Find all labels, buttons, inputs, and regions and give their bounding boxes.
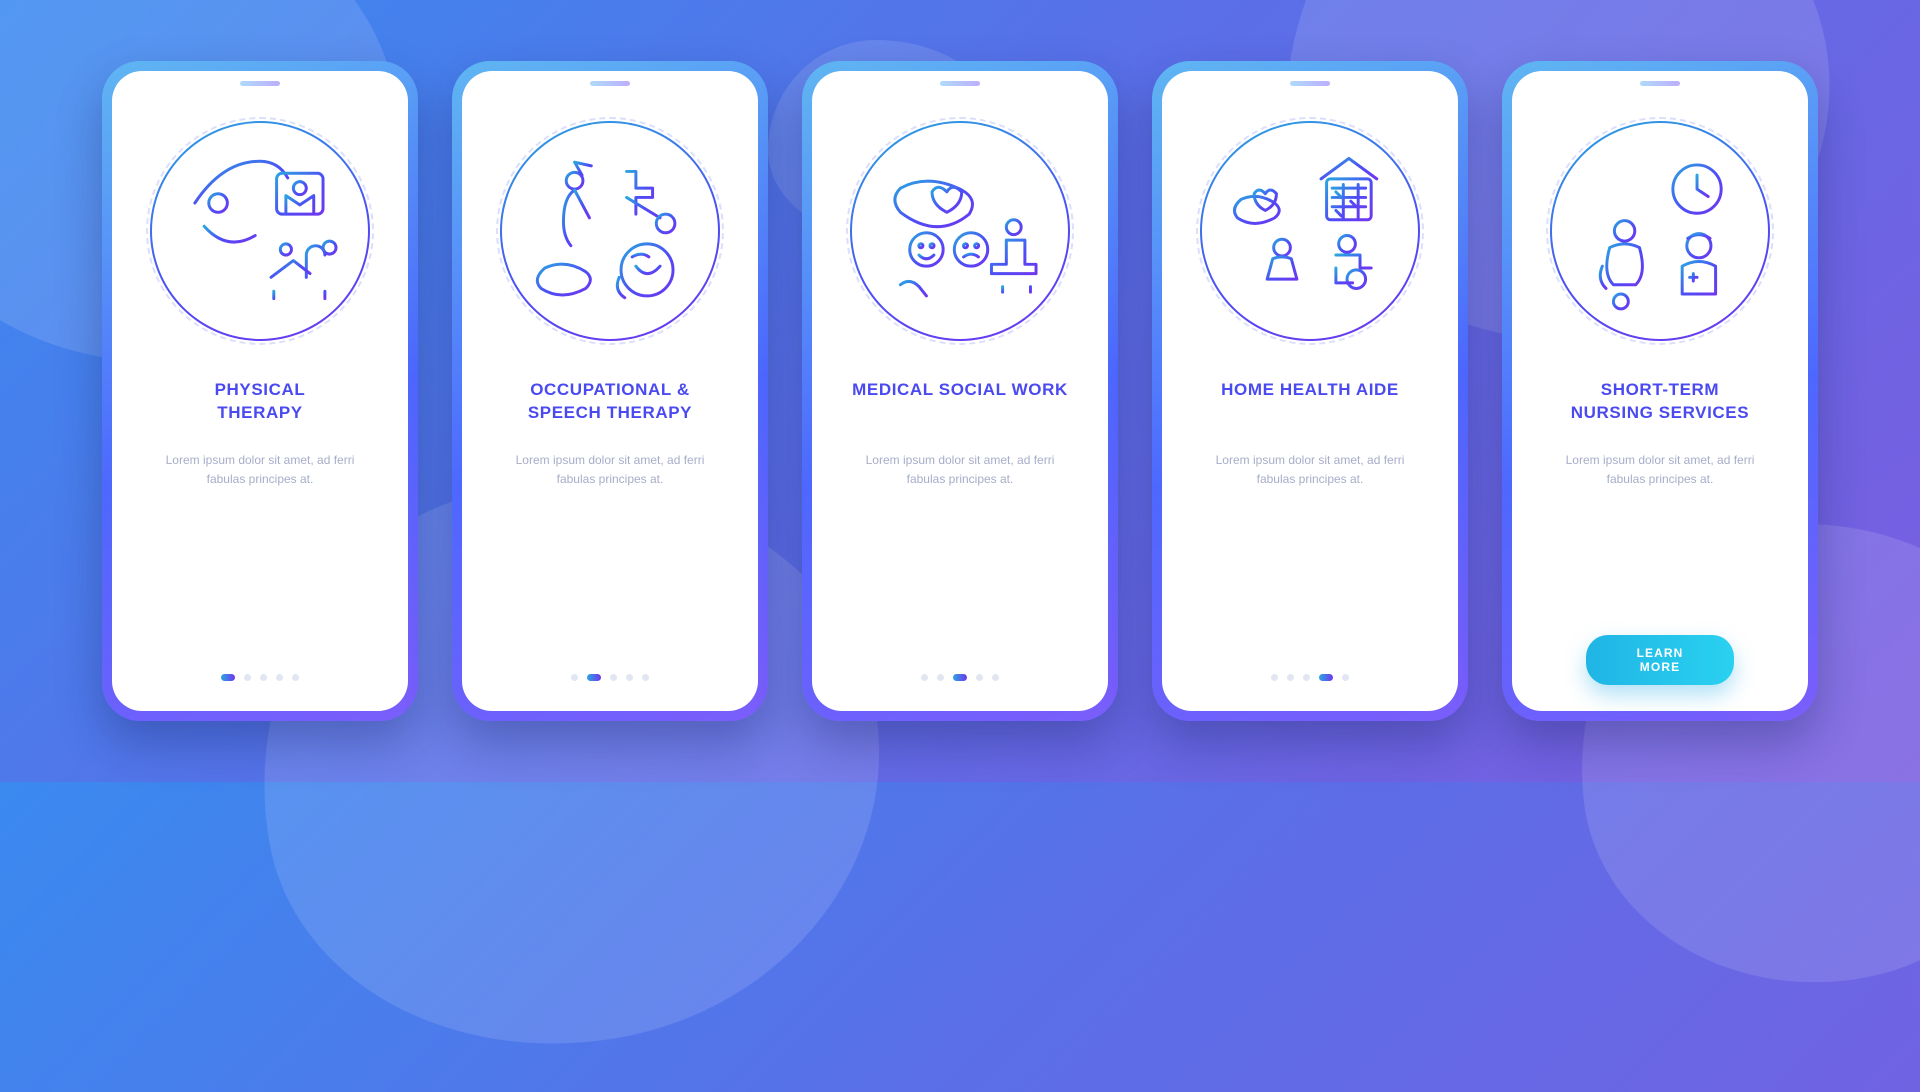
page-dot[interactable] <box>921 674 928 681</box>
page-dot[interactable] <box>610 674 617 681</box>
phone-row: PHYSICAL THERAPY Lorem ipsum dolor sit a… <box>0 0 1920 782</box>
onboarding-screen[interactable]: HOME HEALTH AIDE Lorem ipsum dolor sit a… <box>1162 71 1458 711</box>
medical-social-work-icon <box>852 123 1068 339</box>
page-dot[interactable] <box>626 674 633 681</box>
phone-frame: SHORT-TERM NURSING SERVICES Lorem ipsum … <box>1502 61 1818 721</box>
illustration-circle <box>850 121 1070 341</box>
phone-frame: PHYSICAL THERAPY Lorem ipsum dolor sit a… <box>102 61 418 721</box>
phone-frame: OCCUPATIONAL & SPEECH THERAPY Lorem ipsu… <box>452 61 768 721</box>
page-dot[interactable] <box>244 674 251 681</box>
page-dot-active[interactable] <box>221 674 235 681</box>
onboarding-screen[interactable]: PHYSICAL THERAPY Lorem ipsum dolor sit a… <box>112 71 408 711</box>
screen-title: HOME HEALTH AIDE <box>1221 379 1399 425</box>
page-dot-active[interactable] <box>587 674 601 681</box>
page-indicator <box>812 674 1108 681</box>
screen-body-text: Lorem ipsum dolor sit amet, ad ferri fab… <box>150 451 370 489</box>
page-dot-active[interactable] <box>1319 674 1333 681</box>
illustration-circle <box>500 121 720 341</box>
page-indicator <box>112 674 408 681</box>
page-dot[interactable] <box>292 674 299 681</box>
screen-body-text: Lorem ipsum dolor sit amet, ad ferri fab… <box>1200 451 1420 489</box>
page-dot[interactable] <box>260 674 267 681</box>
phone-notch <box>1595 71 1725 93</box>
page-indicator <box>1162 674 1458 681</box>
illustration-circle <box>1550 121 1770 341</box>
page-dot[interactable] <box>571 674 578 681</box>
phone-notch <box>895 71 1025 93</box>
screen-body-text: Lorem ipsum dolor sit amet, ad ferri fab… <box>850 451 1070 489</box>
page-dot[interactable] <box>1303 674 1310 681</box>
page-dot[interactable] <box>1271 674 1278 681</box>
occupational-speech-icon <box>502 123 718 339</box>
physical-therapy-icon <box>152 123 368 339</box>
page-dot-active[interactable] <box>953 674 967 681</box>
page-indicator <box>462 674 758 681</box>
page-dot[interactable] <box>1342 674 1349 681</box>
screen-title: SHORT-TERM NURSING SERVICES <box>1571 379 1749 425</box>
screen-body-text: Lorem ipsum dolor sit amet, ad ferri fab… <box>1550 451 1770 489</box>
screen-body-text: Lorem ipsum dolor sit amet, ad ferri fab… <box>500 451 720 489</box>
phone-frame: MEDICAL SOCIAL WORK Lorem ipsum dolor si… <box>802 61 1118 721</box>
screen-title: PHYSICAL THERAPY <box>215 379 306 425</box>
onboarding-screen[interactable]: MEDICAL SOCIAL WORK Lorem ipsum dolor si… <box>812 71 1108 711</box>
short-term-nursing-icon <box>1552 123 1768 339</box>
page-dot[interactable] <box>1287 674 1294 681</box>
page-dot[interactable] <box>642 674 649 681</box>
illustration-circle <box>1200 121 1420 341</box>
phone-notch <box>195 71 325 93</box>
screen-title: MEDICAL SOCIAL WORK <box>852 379 1068 425</box>
phone-notch <box>545 71 675 93</box>
learn-more-button[interactable]: LEARN MORE <box>1586 635 1734 685</box>
page-dot[interactable] <box>992 674 999 681</box>
illustration-circle <box>150 121 370 341</box>
screen-title: OCCUPATIONAL & SPEECH THERAPY <box>528 379 692 425</box>
home-health-aide-icon <box>1202 123 1418 339</box>
onboarding-screen[interactable]: SHORT-TERM NURSING SERVICES Lorem ipsum … <box>1512 71 1808 711</box>
page-dot[interactable] <box>276 674 283 681</box>
phone-frame: HOME HEALTH AIDE Lorem ipsum dolor sit a… <box>1152 61 1468 721</box>
phone-notch <box>1245 71 1375 93</box>
page-dot[interactable] <box>937 674 944 681</box>
onboarding-screen[interactable]: OCCUPATIONAL & SPEECH THERAPY Lorem ipsu… <box>462 71 758 711</box>
page-dot[interactable] <box>976 674 983 681</box>
